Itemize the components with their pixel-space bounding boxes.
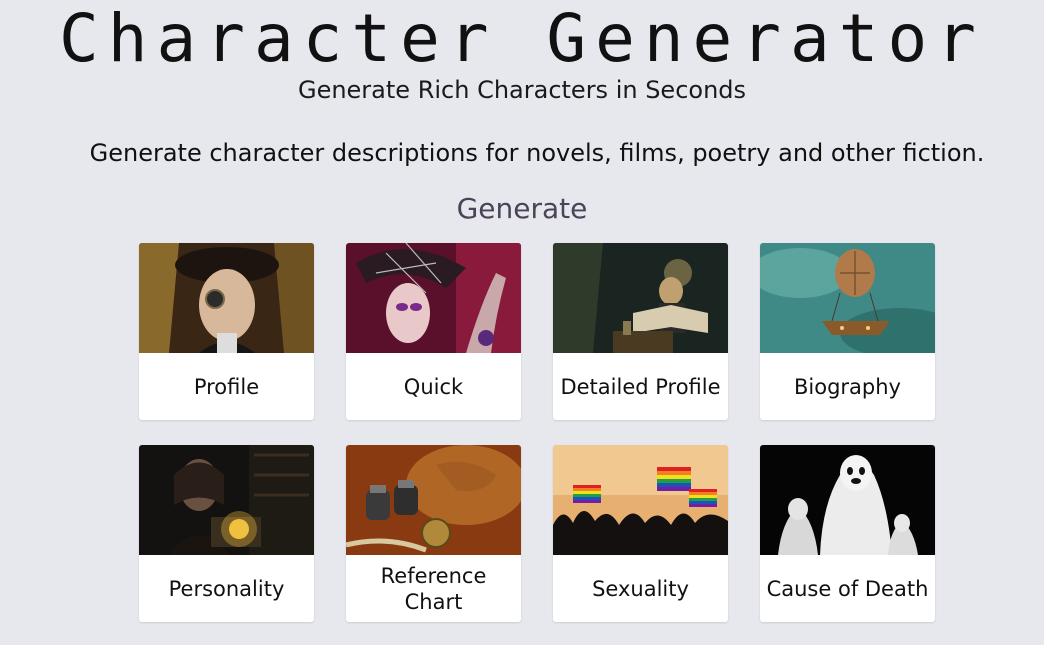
card-detailed-profile-label: Detailed Profile [560, 374, 721, 399]
card-personality-label: Personality [168, 576, 285, 601]
card-personality[interactable]: Personality [139, 445, 314, 622]
generator-card-grid: Profile Quick Detailed Profile Biography… [139, 243, 935, 622]
card-sexuality[interactable]: Sexuality [553, 445, 728, 622]
card-quick-image [346, 243, 521, 353]
card-cause-of-death-image [760, 445, 935, 555]
card-personality-image [139, 445, 314, 555]
card-quick[interactable]: Quick [346, 243, 521, 420]
card-detailed-profile-image [553, 243, 728, 353]
card-biography-label: Biography [794, 374, 901, 399]
site-description: Generate character descriptions for nove… [89, 139, 985, 167]
card-detailed-profile[interactable]: Detailed Profile [553, 243, 728, 420]
card-cause-of-death-label: Cause of Death [766, 576, 929, 601]
card-reference-chart-label: Reference Chart [380, 563, 487, 614]
card-biography[interactable]: Biography [760, 243, 935, 420]
card-reference-chart-image [346, 445, 521, 555]
tagline: Generate Rich Characters in Seconds [297, 76, 747, 104]
card-biography-image [760, 243, 935, 353]
card-profile-label: Profile [193, 374, 260, 399]
card-quick-label: Quick [403, 374, 464, 399]
site-title: Character Generator [59, 0, 985, 77]
card-profile-image [139, 243, 314, 353]
page: Character Generator Generate Rich Charac… [0, 0, 1044, 645]
card-sexuality-label: Sexuality [592, 576, 689, 601]
card-sexuality-image [553, 445, 728, 555]
generate-heading: Generate [456, 192, 588, 225]
card-reference-chart[interactable]: Reference Chart [346, 445, 521, 622]
card-cause-of-death[interactable]: Cause of Death [760, 445, 935, 622]
card-profile[interactable]: Profile [139, 243, 314, 420]
